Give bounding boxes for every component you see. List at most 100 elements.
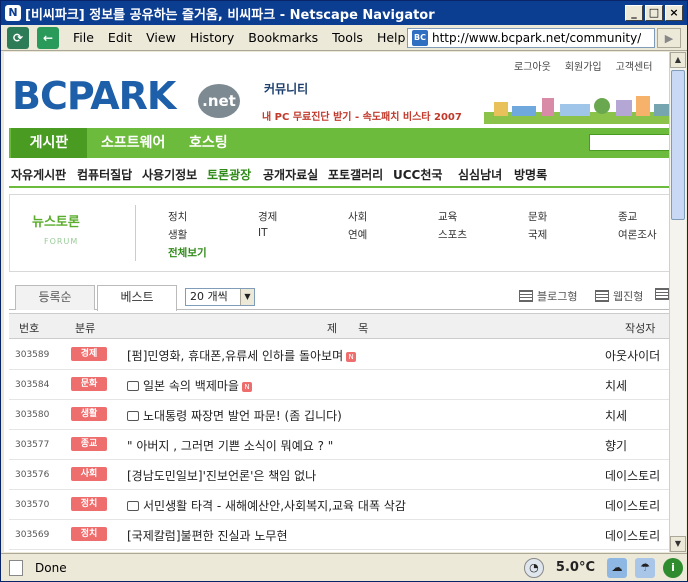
subnav-public-archive[interactable]: 공개자료실 [263, 166, 318, 183]
count-per-page-select[interactable]: 20 개씩 ▼ [185, 288, 255, 306]
subnav-singles[interactable]: 심심남녀 [458, 166, 502, 183]
menu-view[interactable]: View [146, 30, 176, 45]
webzine-view-button[interactable]: 웹진형 [595, 288, 643, 304]
category-link[interactable]: 스포츠 [438, 227, 467, 242]
post-author[interactable]: 데이스토리 [605, 497, 660, 514]
promo-link[interactable]: 내 PC 무료진단 받기 - 속도패치 비스타 2007 [262, 108, 462, 123]
menu-bookmarks[interactable]: Bookmarks [248, 30, 318, 45]
category-badge[interactable]: 정치 [71, 527, 107, 541]
table-row[interactable]: 303577 종교 " 아버지 , 그러면 기쁜 소식이 뭐예요 ? " 향기 [9, 430, 669, 460]
address-bar[interactable]: BC http://www.bcpark.net/community/ [407, 28, 655, 48]
post-title-link[interactable]: 일본 속의 백제마을 N [127, 377, 252, 394]
category-badge[interactable]: 문화 [71, 377, 107, 391]
category-link[interactable]: 교육 [438, 209, 457, 224]
minimize-button[interactable]: _ [625, 5, 643, 21]
category-link[interactable]: 문화 [528, 209, 547, 224]
sort-tab-best[interactable]: 베스트 [97, 285, 177, 311]
subnav-guestbook[interactable]: 방명록 [514, 166, 547, 183]
post-title-link[interactable]: [펌]민영화, 휴대폰,유류세 인하를 돌아보며 N [127, 347, 357, 364]
table-row[interactable]: 303589 경제 [펌]민영화, 휴대폰,유류세 인하를 돌아보며 N 아웃사이더 [9, 340, 669, 370]
post-author[interactable]: 아웃사이더 [605, 347, 660, 364]
table-row[interactable]: 303584 문화 일본 속의 백제마을 N 치세 [9, 370, 669, 400]
back-arrow-icon[interactable]: ← [37, 26, 59, 49]
page-viewport: 로그아웃 회원가입 고객센터 BCPARK .net 커뮤니티 내 PC 무료진… [4, 52, 669, 552]
category-link[interactable]: 연예 [348, 227, 367, 242]
post-title-link[interactable]: 노대통령 짜장면 발언 파문! (좀 깁니다) [127, 407, 342, 424]
subnav-photo-gallery[interactable]: 포토갤러리 [328, 166, 383, 183]
category-badge[interactable]: 사회 [71, 467, 107, 481]
category-badge[interactable]: 경제 [71, 347, 107, 361]
bcpark-logo[interactable]: BCPARK [12, 74, 176, 118]
forum-title: 뉴스토론 [32, 215, 80, 230]
tab-software[interactable]: 소프트웨어 [101, 128, 165, 158]
tab-board[interactable]: 게시판 [11, 128, 87, 158]
post-number: 303569 [15, 530, 50, 540]
subnav-computer-qa[interactable]: 컴퓨터질답 [77, 166, 132, 183]
post-author[interactable]: 치세 [605, 407, 627, 424]
sort-tab-registered[interactable]: 등록순 [15, 285, 95, 310]
category-link[interactable]: 경제 [258, 209, 277, 224]
signup-link[interactable]: 회원가입 [565, 58, 602, 73]
post-author[interactable]: 향기 [605, 437, 627, 454]
info-icon[interactable]: i [663, 557, 683, 578]
subnav-reviews[interactable]: 사용기정보 [142, 166, 197, 183]
scroll-down-icon[interactable]: ▼ [670, 536, 686, 552]
menu-help[interactable]: Help [377, 30, 406, 45]
post-title-link[interactable]: " 아버지 , 그러면 기쁜 소식이 뭐예요 ? " [127, 437, 333, 454]
blog-view-button[interactable]: 블로그형 [519, 288, 577, 304]
utility-links: 로그아웃 회원가입 고객센터 [514, 58, 652, 73]
post-title-link[interactable]: [경남도민일보]'진보언론'은 책임 없나 [127, 467, 316, 484]
table-row[interactable]: 303569 정치 [국제칼럼]불편한 진실과 노무현 데이스토리 [9, 520, 669, 550]
vertical-scrollbar[interactable]: ▲ ▼ [669, 52, 686, 552]
post-title-link[interactable]: [국제칼럼]불편한 진실과 노무현 [127, 527, 288, 544]
post-number: 303577 [15, 440, 50, 450]
close-button[interactable]: × [665, 5, 683, 21]
category-link[interactable]: 정치 [168, 209, 187, 224]
menu-edit[interactable]: Edit [108, 30, 132, 45]
scroll-up-icon[interactable]: ▲ [670, 52, 686, 68]
menu-history[interactable]: History [190, 30, 234, 45]
category-link[interactable]: 사회 [348, 209, 367, 224]
camera-icon [127, 381, 139, 391]
category-link[interactable]: 생활 [168, 227, 187, 242]
menu-tools[interactable]: Tools [332, 30, 363, 45]
subnav-ucc[interactable]: UCC천국 [393, 166, 442, 183]
table-row[interactable]: 303580 생활 노대통령 짜장면 발언 파문! (좀 깁니다) 치세 [9, 400, 669, 430]
scroll-thumb[interactable] [671, 70, 685, 220]
subnav-debate-plaza[interactable]: 토론광장 [207, 166, 251, 183]
url-text[interactable]: http://www.bcpark.net/community/ [432, 31, 641, 45]
weather-globe-icon[interactable]: ◔ [523, 557, 544, 578]
tab-hosting[interactable]: 호스팅 [189, 128, 228, 158]
subnav-free-board[interactable]: 자유게시판 [11, 166, 66, 183]
customer-center-link[interactable]: 고객센터 [616, 58, 653, 73]
grid-view-button[interactable] [655, 288, 669, 300]
search-input[interactable] [589, 134, 669, 151]
post-number: 303570 [15, 500, 50, 510]
category-link[interactable]: 국제 [528, 227, 547, 242]
table-header: 번호 분류 제 목 작성자 [9, 313, 669, 339]
post-number: 303589 [15, 350, 50, 360]
menu-file[interactable]: File [73, 30, 94, 45]
logo-net-badge: .net [198, 84, 240, 118]
category-view-all[interactable]: 전체보기 [168, 245, 207, 260]
category-badge[interactable]: 생활 [71, 407, 107, 421]
logout-link[interactable]: 로그아웃 [514, 58, 551, 73]
category-link[interactable]: 여론조사 [618, 227, 657, 242]
header-author: 작성자 [625, 322, 656, 335]
table-row[interactable]: 303570 정치 서민생활 타격 - 새해예산안,사회복지,교육 대폭 삭감 데이스… [9, 490, 669, 520]
post-author[interactable]: 데이스토리 [605, 467, 660, 484]
category-badge[interactable]: 종교 [71, 437, 107, 451]
category-badge[interactable]: 정치 [71, 497, 107, 511]
maximize-button[interactable]: □ [645, 5, 663, 21]
post-title-link[interactable]: 서민생활 타격 - 새해예산안,사회복지,교육 대폭 삭감 [127, 497, 406, 514]
category-link[interactable]: IT [258, 227, 268, 239]
post-author[interactable]: 데이스토리 [605, 527, 660, 544]
category-link[interactable]: 종교 [618, 209, 637, 224]
post-author[interactable]: 치세 [605, 377, 627, 394]
reload-icon[interactable]: ⟳ [7, 26, 29, 49]
weather-cloud-icon[interactable]: ☁ [607, 557, 627, 578]
go-button[interactable]: ▶ [657, 28, 681, 48]
table-row[interactable]: 303576 사회 [경남도민일보]'진보언론'은 책임 없나 데이스토리 [9, 460, 669, 490]
weather-forecast-icon[interactable]: ☂ [635, 557, 655, 578]
netscape-app-icon: N [5, 5, 21, 21]
